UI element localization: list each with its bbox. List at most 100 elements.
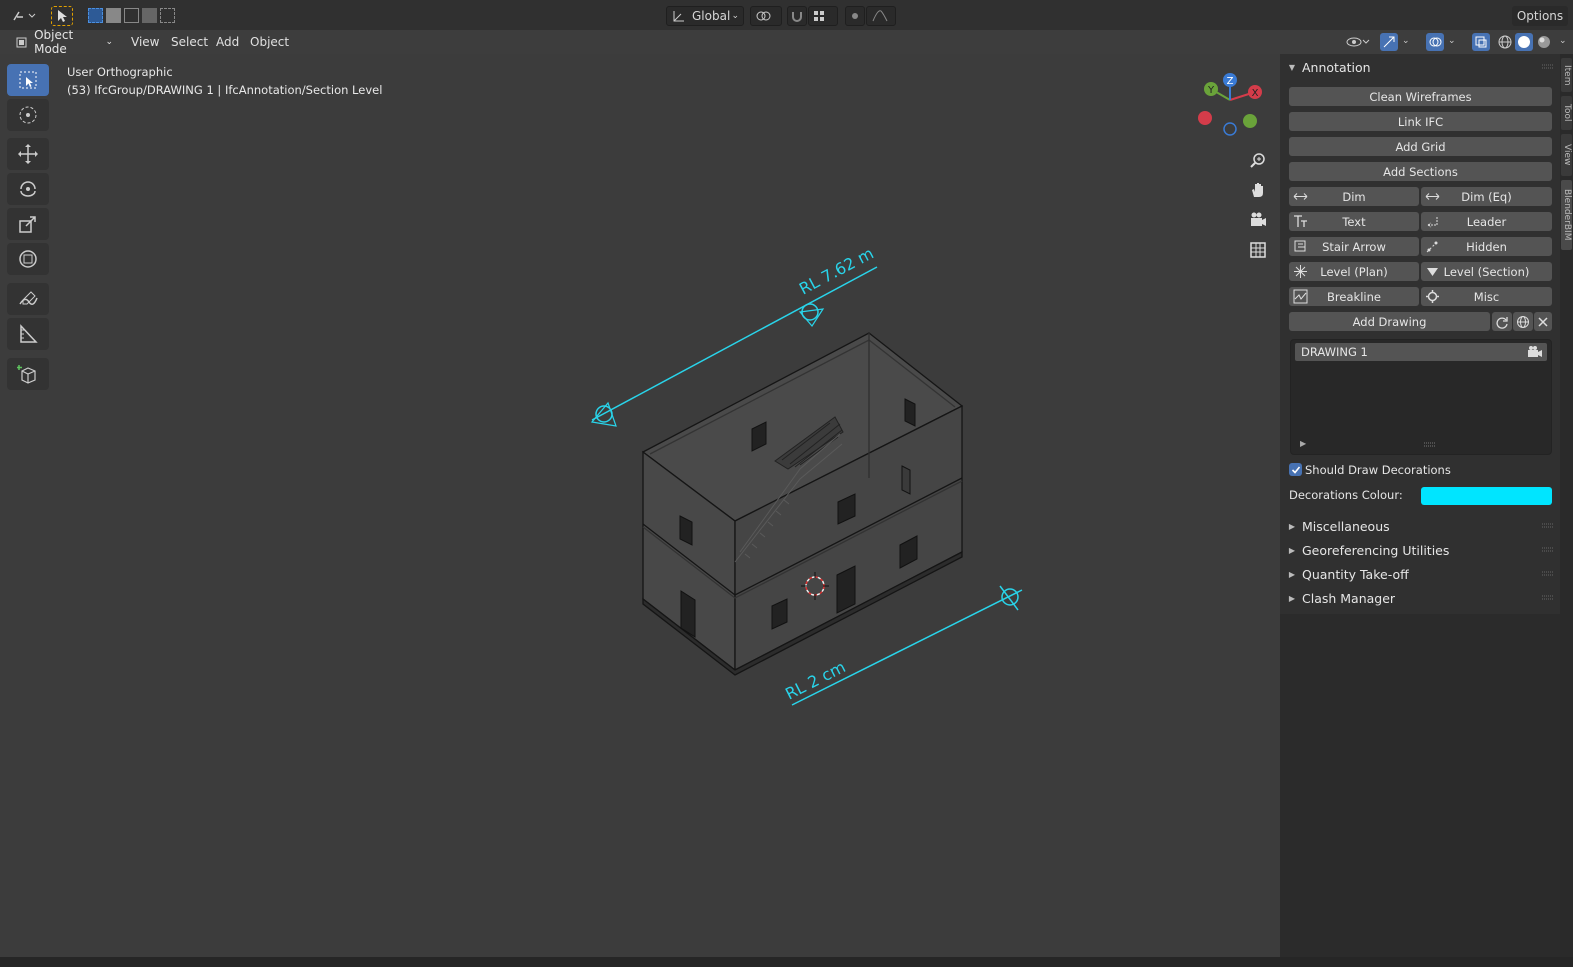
breakline-button[interactable]: Breakline — [1289, 287, 1419, 306]
gizmo-toggle[interactable] — [1380, 33, 1398, 51]
leader-button[interactable]: Leader — [1421, 212, 1552, 231]
menu-view[interactable]: View — [127, 33, 163, 51]
drag-grip-icon[interactable] — [1542, 64, 1554, 70]
overlay-toggle[interactable] — [1426, 33, 1444, 51]
shading-wireframe[interactable] — [1496, 33, 1514, 51]
drag-grip-icon[interactable] — [1542, 571, 1554, 577]
drawings-list[interactable]: DRAWING 1 ▶ — [1290, 339, 1552, 455]
pivot-point-dropdown[interactable] — [750, 6, 782, 26]
text-button[interactable]: Text — [1289, 212, 1419, 231]
select-extend-icon[interactable] — [106, 8, 121, 23]
gizmo-dropdown[interactable]: ⌄ — [1402, 36, 1410, 46]
drag-grip-icon[interactable] — [1542, 595, 1554, 601]
text-label: Text — [1342, 214, 1366, 229]
dim-eq-button[interactable]: Dim (Eq) — [1421, 187, 1552, 206]
list-resize-grip-icon[interactable] — [1424, 442, 1436, 448]
clean-wireframes-button[interactable]: Clean Wireframes — [1289, 87, 1552, 106]
level-section-label: Level (Section) — [1443, 264, 1530, 279]
level-plan-button[interactable]: Level (Plan) — [1289, 262, 1419, 281]
eye-icon — [1346, 37, 1370, 47]
open-drawing-button[interactable] — [1513, 312, 1533, 331]
dim-button[interactable]: Dim — [1289, 187, 1419, 206]
clean-wireframes-label: Clean Wireframes — [1369, 89, 1472, 104]
visibility-dropdown[interactable] — [1344, 32, 1374, 52]
drag-grip-icon[interactable] — [1542, 547, 1554, 553]
snap-target-dropdown[interactable] — [808, 6, 838, 26]
snap-increment-icon — [814, 11, 824, 21]
add-grid-label: Add Grid — [1395, 139, 1446, 154]
tab-tool[interactable]: Tool — [1561, 96, 1572, 130]
transform-orientation-label: Global — [692, 9, 731, 23]
hidden-button[interactable]: Hidden — [1421, 237, 1552, 256]
options-button[interactable]: Options — [1512, 6, 1568, 26]
misc-button[interactable]: Misc — [1421, 287, 1552, 306]
xray-toggle[interactable] — [1472, 33, 1490, 51]
add-sections-button[interactable]: Add Sections — [1289, 162, 1552, 181]
select-new-icon[interactable] — [88, 8, 103, 23]
add-drawing-label: Add Drawing — [1352, 314, 1427, 329]
annotation-panel-title: Annotation — [1302, 59, 1371, 75]
select-subtract-icon[interactable] — [124, 8, 139, 23]
object-mode-icon — [16, 37, 27, 48]
expand-triangle-icon: ▶ — [1288, 521, 1296, 531]
stair-arrow-button[interactable]: Stair Arrow — [1289, 237, 1419, 256]
miscellaneous-panel-header[interactable]: ▶ Miscellaneous — [1282, 515, 1560, 537]
add-drawing-button[interactable]: Add Drawing — [1289, 312, 1490, 331]
text-icon — [1294, 215, 1307, 227]
wireframe-sphere-icon — [1498, 35, 1512, 49]
shading-dropdown[interactable]: ⌄ — [1559, 36, 1567, 46]
sidebar-tabs: Item Tool View BlenderBIM — [1560, 54, 1573, 957]
miscellaneous-title: Miscellaneous — [1302, 518, 1390, 534]
shading-solid[interactable] — [1515, 33, 1533, 51]
select-tool-icon[interactable] — [51, 6, 73, 26]
tab-view[interactable]: View — [1561, 134, 1572, 176]
breakline-icon — [1293, 289, 1308, 304]
level-plan-label: Level (Plan) — [1320, 264, 1388, 279]
proportional-edit-toggle[interactable] — [845, 6, 865, 26]
select-intersect-icon[interactable] — [160, 8, 175, 23]
link-ifc-button[interactable]: Link IFC — [1289, 112, 1552, 131]
list-expand-triangle-icon[interactable]: ▶ — [1300, 439, 1306, 448]
object-mode-dropdown[interactable]: Object Mode ⌄ — [10, 28, 118, 56]
georeferencing-panel-header[interactable]: ▶ Georeferencing Utilities — [1282, 539, 1560, 561]
stair-arrow-label: Stair Arrow — [1322, 239, 1386, 254]
should-draw-label[interactable]: Should Draw Decorations — [1305, 463, 1451, 477]
material-sphere-icon — [1538, 36, 1550, 48]
dim-eq-label: Dim (Eq) — [1461, 189, 1512, 204]
globe-icon — [1517, 315, 1529, 328]
menu-add[interactable]: Add — [212, 33, 243, 51]
menu-object[interactable]: Object — [246, 33, 293, 51]
object-mode-label: Object Mode — [34, 28, 74, 56]
dimension-arrow-icon — [1293, 193, 1308, 200]
misc-label: Misc — [1473, 289, 1500, 304]
overlay-dropdown[interactable]: ⌄ — [1448, 36, 1456, 46]
orientation-icon — [673, 11, 684, 22]
shading-material[interactable] — [1535, 33, 1553, 51]
dimension-eq-arrow-icon — [1425, 193, 1440, 200]
editor-type-button[interactable] — [8, 6, 40, 26]
list-item[interactable]: DRAWING 1 — [1295, 343, 1547, 361]
should-draw-checkbox[interactable] — [1289, 463, 1302, 476]
drag-grip-icon[interactable] — [1542, 523, 1554, 529]
tab-blenderbim[interactable]: BlenderBIM — [1561, 180, 1572, 250]
add-grid-button[interactable]: Add Grid — [1289, 137, 1552, 156]
transform-orientation-dropdown[interactable]: Global ⌄ — [666, 6, 744, 26]
clash-manager-panel-header[interactable]: ▶ Clash Manager — [1282, 587, 1560, 609]
level-section-button[interactable]: Level (Section) — [1421, 262, 1552, 281]
menu-select[interactable]: Select — [167, 33, 212, 51]
select-invert-icon[interactable] — [142, 8, 157, 23]
breakline-label: Breakline — [1327, 289, 1381, 304]
camera-icon[interactable] — [1527, 345, 1543, 359]
tab-item[interactable]: Item — [1561, 58, 1572, 92]
annotation-panel-header[interactable]: ▼ Annotation — [1282, 56, 1560, 78]
snap-toggle[interactable] — [787, 6, 807, 26]
leader-icon — [1427, 217, 1438, 228]
quantity-takeoff-panel-header[interactable]: ▶ Quantity Take-off — [1282, 563, 1560, 585]
falloff-dropdown[interactable] — [866, 6, 896, 26]
viewport-shading-group: ⌄ ⌄ ⌄ — [1344, 32, 1573, 52]
close-icon — [1538, 316, 1548, 327]
refresh-drawings-button[interactable] — [1492, 312, 1512, 331]
remove-drawing-button[interactable] — [1534, 312, 1552, 331]
decorations-colour-swatch[interactable] — [1421, 487, 1552, 505]
level-plan-icon — [1294, 265, 1307, 278]
